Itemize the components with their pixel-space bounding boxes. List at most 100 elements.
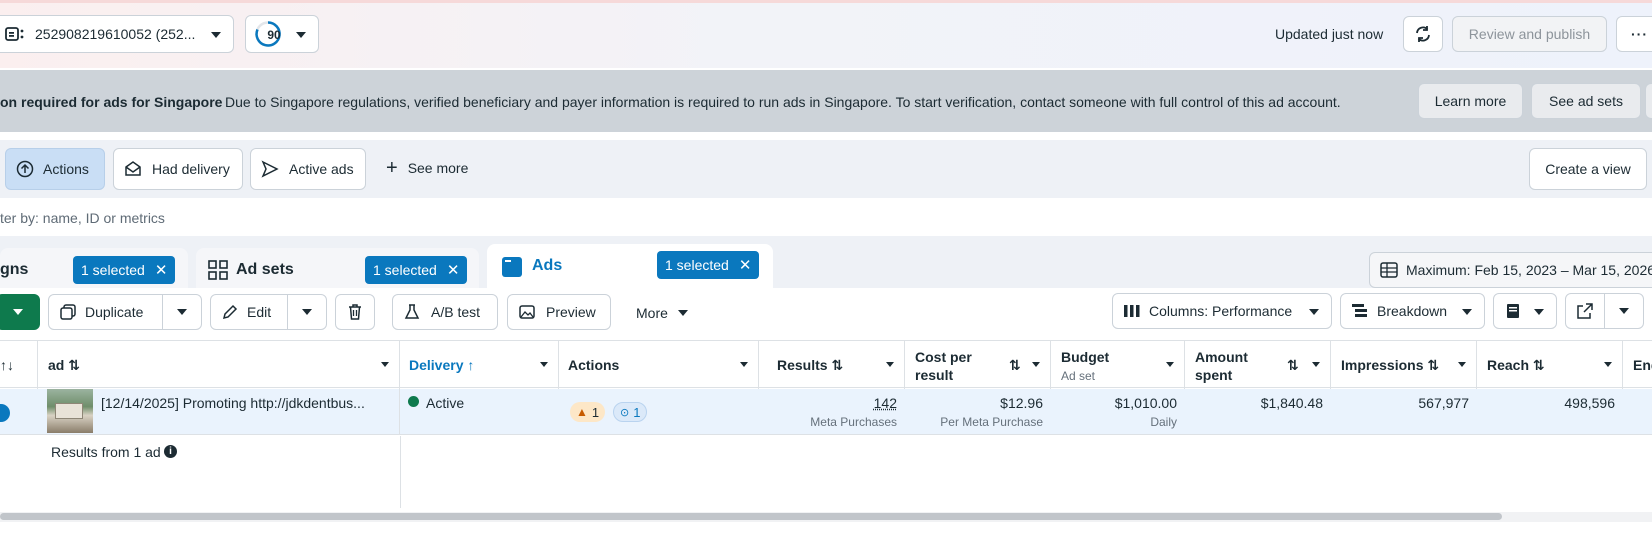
export-button[interactable] [1565, 293, 1605, 329]
ab-test-button[interactable]: A/B test [392, 294, 498, 330]
chevron-down-icon [1309, 309, 1319, 315]
external-link-icon [1577, 303, 1593, 319]
filter-actions[interactable]: Actions [5, 148, 105, 190]
learn-more-button[interactable]: Learn more [1418, 83, 1523, 119]
warning-badge[interactable]: ▲ 1 [570, 402, 606, 422]
cost-type: Per Meta Purchase [940, 415, 1043, 429]
breakdown-button[interactable]: Breakdown [1340, 293, 1485, 329]
verification-banner: on required for ads for Singapore Due to… [0, 70, 1652, 132]
header-cost-per-result[interactable]: Cost per result ⇅ [905, 341, 1051, 389]
sort-icon: ⇅ [68, 357, 80, 373]
chevron-down-icon [740, 362, 748, 367]
chevron-down-icon [177, 309, 187, 315]
edit-button[interactable]: Edit [210, 294, 288, 330]
updated-status: Updated just now [1275, 26, 1384, 42]
close-icon[interactable]: ✕ [739, 256, 752, 274]
header-impressions[interactable]: Impressions ⇅ [1331, 341, 1477, 389]
reports-button[interactable] [1493, 293, 1557, 329]
campaigns-selected-chip[interactable]: 1 selected ✕ [73, 256, 176, 284]
edit-dropdown[interactable] [287, 294, 327, 330]
results-type: Meta Purchases [810, 415, 897, 429]
level-tabs: gns 1 selected ✕ Ad sets 1 selected ✕ Ad… [0, 236, 1652, 290]
ads-selected-chip[interactable]: 1 selected ✕ [657, 251, 760, 279]
create-view-button[interactable]: Create a view [1529, 148, 1647, 190]
grid-icon [208, 260, 228, 280]
filter-had-delivery[interactable]: Had delivery [113, 148, 243, 190]
duplicate-dropdown[interactable] [162, 294, 202, 330]
reach-value: 498,596 [1564, 395, 1615, 411]
banner-title: on required for ads for Singapore [0, 94, 223, 110]
close-icon[interactable]: ✕ [155, 261, 168, 279]
delivery-status: Active [426, 395, 465, 411]
budget-type: Daily [1150, 415, 1177, 429]
filter-active-ads[interactable]: Active ads [250, 148, 366, 190]
review-publish-button[interactable]: Review and publish [1452, 16, 1607, 52]
scrollbar-thumb[interactable] [0, 513, 1502, 520]
search-filter-input[interactable]: ter by: name, ID or metrics [0, 198, 1652, 236]
horizontal-scrollbar[interactable] [0, 512, 1652, 522]
header-ends[interactable]: End [1623, 341, 1652, 389]
create-dropdown-button[interactable] [0, 294, 40, 330]
cost-cell: $12.96 Per Meta Purchase [905, 389, 1051, 435]
chevron-down-icon [1166, 362, 1174, 367]
chevron-down-icon [677, 310, 688, 316]
tab-ad-sets[interactable]: Ad sets 1 selected ✕ [196, 248, 479, 290]
header-select[interactable]: ↑↓ [0, 341, 38, 389]
tab-ads[interactable]: Ads 1 selected ✕ [487, 244, 773, 290]
plus-icon: + [386, 157, 398, 179]
results-value[interactable]: 142 [874, 395, 897, 411]
date-range-picker[interactable]: Maximum: Feb 15, 2023 – Mar 15, 2026 [1369, 252, 1652, 288]
ad-name-cell[interactable]: [12/14/2025] Promoting http://jdkdentbus… [38, 389, 400, 435]
arrow-up-circle-icon [16, 160, 34, 178]
ad-name[interactable]: [12/14/2025] Promoting http://jdkdentbus… [101, 395, 365, 411]
duplicate-button[interactable]: Duplicate [48, 294, 163, 330]
results-summary-text: Results from 1 ad [51, 444, 161, 460]
chevron-down-icon [13, 309, 23, 315]
preview-button[interactable]: Preview [507, 294, 611, 330]
actions-cell: ▲ 1 ⊙ 1 [559, 389, 759, 435]
ellipsis-icon: ··· [1631, 26, 1648, 42]
tab-campaigns[interactable]: gns 1 selected ✕ [0, 248, 188, 290]
account-selector[interactable]: 252908219610052 (252... [0, 15, 234, 53]
score-value: 90 [267, 28, 281, 42]
impressions-value: 567,977 [1418, 395, 1469, 411]
impressions-cell: 567,977 [1331, 389, 1477, 435]
banner-extra-button[interactable] [1645, 83, 1652, 119]
delete-button[interactable] [335, 294, 375, 330]
info-icon[interactable]: i [164, 445, 177, 458]
header-actions[interactable]: Actions [559, 341, 759, 389]
chevron-down-icon [1604, 362, 1612, 367]
see-more-button[interactable]: + See more [386, 157, 468, 179]
chevron-down-icon [1032, 362, 1040, 367]
header-results[interactable]: Results ⇅ [759, 341, 905, 389]
sort-icon: ⇅ [1427, 357, 1440, 373]
columns-button[interactable]: Columns: Performance [1112, 293, 1332, 329]
info-badge[interactable]: ⊙ 1 [613, 402, 648, 422]
account-icon [5, 27, 24, 41]
header-ad[interactable]: ad ⇅ [38, 341, 400, 389]
close-icon[interactable]: ✕ [447, 261, 460, 279]
row-select-cell[interactable] [0, 389, 38, 435]
chevron-down-icon [381, 362, 389, 367]
more-button[interactable]: More [636, 305, 688, 321]
more-options-button[interactable]: ··· [1616, 16, 1652, 52]
table-row[interactable]: [12/14/2025] Promoting http://jdkdentbus… [0, 389, 1652, 435]
see-ad-sets-button[interactable]: See ad sets [1531, 83, 1641, 119]
header-amount-spent[interactable]: Amount spent ⇅ [1185, 341, 1331, 389]
cost-value: $12.96 [1000, 395, 1043, 411]
chevron-down-icon [211, 32, 221, 38]
amount-cell: $1,840.48 [1185, 389, 1331, 435]
header-budget[interactable]: Budget Ad set [1051, 341, 1185, 389]
header-reach[interactable]: Reach ⇅ [1477, 341, 1623, 389]
refresh-button[interactable] [1403, 16, 1443, 52]
toolbar: Duplicate Edit A/B test Preview More Col… [0, 288, 1652, 338]
adsets-selected-chip[interactable]: 1 selected ✕ [365, 256, 468, 284]
filter-bar: Actions Had delivery Active ads + See mo… [0, 140, 1652, 198]
table-header: ↑↓ ad ⇅ Delivery ↑ Actions Results ⇅ Cos… [0, 340, 1652, 389]
export-dropdown[interactable] [1604, 293, 1644, 329]
budget-value: $1,010.00 [1114, 395, 1177, 411]
pencil-icon [222, 304, 238, 320]
score-selector[interactable]: 90 [245, 15, 319, 53]
toggle-dot[interactable] [0, 404, 10, 422]
header-delivery[interactable]: Delivery ↑ [400, 341, 559, 389]
